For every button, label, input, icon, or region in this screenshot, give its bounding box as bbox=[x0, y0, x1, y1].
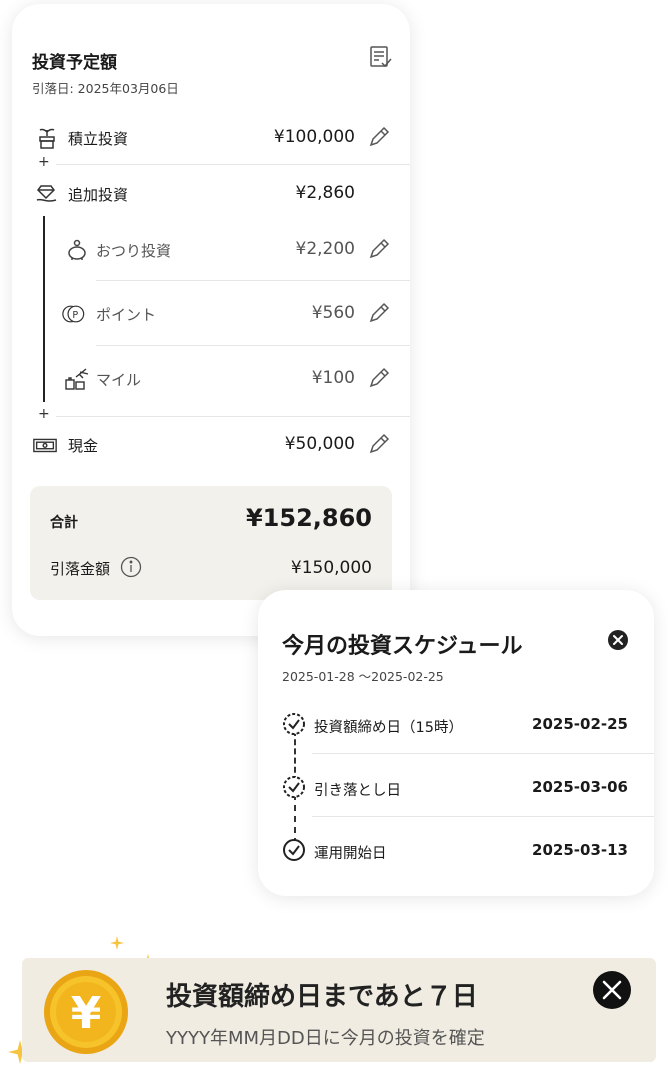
schedule-item-label: 運用開始日 bbox=[314, 846, 387, 862]
edit-pencil-icon[interactable] bbox=[366, 124, 392, 150]
debit-amount-value: ¥150,000 bbox=[290, 558, 372, 578]
schedule-item-label: 投資額締め日（15時） bbox=[314, 720, 463, 736]
schedule-range: 2025-01-28 〜2025-02-25 bbox=[282, 669, 444, 684]
close-icon[interactable] bbox=[592, 970, 632, 1010]
check-circle-icon bbox=[283, 839, 305, 861]
edit-pencil-icon[interactable] bbox=[366, 365, 392, 391]
sparkle-icon bbox=[110, 936, 124, 950]
edit-pencil-icon[interactable] bbox=[366, 300, 392, 326]
banner-subtitle: YYYY年MM月DD日に今月の投資を確定 bbox=[166, 1028, 485, 1049]
diamond-hand-icon bbox=[36, 185, 57, 202]
edit-pencil-icon[interactable] bbox=[366, 431, 392, 457]
schedule-item: 引き落とし日 2025-03-06 bbox=[282, 767, 654, 807]
row-mile: マイル ¥100 bbox=[12, 359, 410, 399]
row-amount: ¥2,860 bbox=[295, 183, 355, 203]
row-point: P ポイント ¥560 bbox=[12, 294, 410, 334]
divider bbox=[96, 280, 410, 281]
info-icon[interactable] bbox=[120, 556, 142, 578]
total-label: 合計 bbox=[50, 515, 78, 531]
schedule-item-date: 2025-03-13 bbox=[532, 841, 628, 859]
check-circle-icon bbox=[283, 776, 305, 798]
coin-symbol: ¥ bbox=[71, 988, 102, 1039]
edit-pencil-icon[interactable] bbox=[366, 236, 392, 262]
memo-icon[interactable] bbox=[368, 44, 394, 70]
divider bbox=[312, 753, 654, 754]
cash-bill-icon bbox=[33, 438, 57, 453]
row-amount: ¥100,000 bbox=[273, 127, 355, 147]
row-tsuika: 追加投資 ¥2,860 bbox=[12, 174, 410, 214]
row-label: 積立投資 bbox=[68, 130, 129, 148]
debit-amount-label: 引落金額 bbox=[50, 560, 111, 578]
debit-date: 引落日: 2025年03月06日 bbox=[32, 81, 179, 96]
banner-title: 投資額締め日まであと７日 bbox=[166, 982, 478, 1012]
row-label: マイル bbox=[96, 371, 142, 389]
row-amount: ¥50,000 bbox=[284, 434, 355, 454]
row-amount: ¥560 bbox=[311, 303, 355, 323]
deadline-banner[interactable]: ¥ 投資額締め日まであと７日 YYYY年MM月DD日に今月の投資を確定 bbox=[22, 958, 656, 1062]
row-label: おつり投資 bbox=[96, 242, 172, 260]
sprout-icon bbox=[39, 128, 55, 149]
piggy-bank-icon bbox=[68, 239, 86, 260]
plus-sign: + bbox=[38, 154, 50, 170]
yen-coin-icon: ¥ bbox=[44, 970, 128, 1054]
investment-card: 投資予定額 引落日: 2025年03月06日 積立投資 ¥100,000 + 追… bbox=[12, 4, 410, 636]
row-otsuri: おつり投資 ¥2,200 bbox=[12, 230, 410, 270]
schedule-card: 今月の投資スケジュール 2025-01-28 〜2025-02-25 投資額締め… bbox=[258, 590, 654, 896]
row-amount: ¥100 bbox=[311, 368, 355, 388]
schedule-item: 投資額締め日（15時） 2025-02-25 bbox=[282, 704, 654, 744]
divider bbox=[312, 816, 654, 817]
divider bbox=[56, 164, 410, 165]
divider bbox=[56, 416, 410, 417]
row-amount: ¥2,200 bbox=[295, 239, 355, 259]
divider bbox=[96, 345, 410, 346]
row-label: ポイント bbox=[96, 306, 157, 324]
row-label: 追加投資 bbox=[68, 186, 129, 204]
point-coin-icon: P bbox=[62, 305, 85, 323]
schedule-item-label: 引き落とし日 bbox=[314, 783, 401, 799]
investment-card-title: 投資予定額 bbox=[32, 53, 117, 73]
plane-luggage-icon bbox=[65, 368, 89, 390]
schedule-item-date: 2025-03-06 bbox=[532, 778, 628, 796]
svg-text:P: P bbox=[72, 310, 78, 321]
row-tsumitate: 積立投資 ¥100,000 bbox=[12, 118, 410, 158]
plus-sign: + bbox=[38, 406, 50, 422]
schedule-item-date: 2025-02-25 bbox=[532, 715, 628, 733]
total-value: ¥152,860 bbox=[245, 504, 372, 532]
row-cash: 現金 ¥50,000 bbox=[12, 425, 410, 465]
total-box: 合計 ¥152,860 引落金額 ¥150,000 bbox=[30, 486, 392, 600]
check-circle-icon bbox=[283, 713, 305, 735]
schedule-item: 運用開始日 2025-03-13 bbox=[282, 830, 654, 870]
row-label: 現金 bbox=[68, 437, 99, 455]
schedule-title: 今月の投資スケジュール bbox=[282, 634, 523, 659]
close-icon[interactable] bbox=[606, 628, 630, 652]
